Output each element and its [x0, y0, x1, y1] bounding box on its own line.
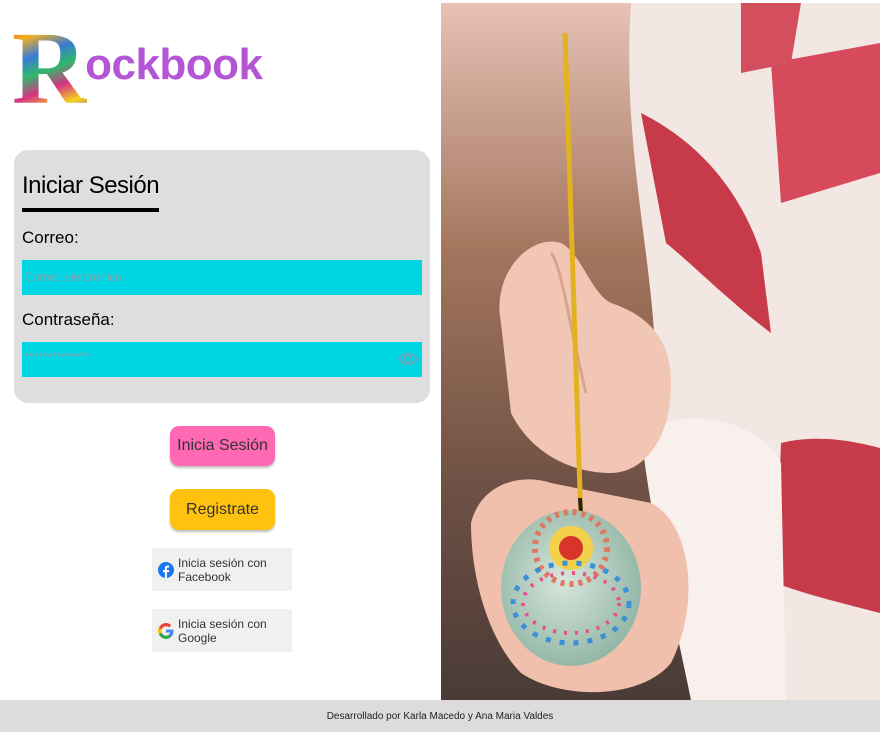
eye-icon[interactable]: [398, 349, 418, 369]
rockbook-logo: R ockbook: [12, 11, 263, 126]
google-icon: [158, 622, 174, 639]
facebook-icon: [158, 561, 174, 578]
email-placeholder: Correo electronico: [24, 270, 123, 284]
footer-credits: Desarrollado por Karla Macedo y Ana Mari…: [326, 710, 554, 722]
login-button[interactable]: Inicia Sesión: [170, 426, 275, 466]
email-label: Correo:: [22, 228, 79, 247]
login-card: Iniciar Sesión Correo: Correo electronic…: [14, 150, 430, 403]
hero-photo: [441, 3, 880, 700]
login-title: Iniciar Sesión: [22, 172, 160, 199]
logo-text: ockbook: [85, 40, 263, 89]
email-field[interactable]: Correo electronico: [22, 260, 422, 295]
facebook-login-label: Inicia sesión con Facebook: [178, 555, 267, 584]
password-placeholder: **************: [24, 350, 90, 364]
login-panel: R ockbook Iniciar Sesión Correo: Correo …: [0, 0, 441, 700]
facebook-login-button[interactable]: Inicia sesión con Facebook: [152, 548, 292, 591]
title-underline: [22, 208, 159, 212]
google-login-button[interactable]: Inicia sesión con Google: [152, 609, 292, 652]
password-field[interactable]: **************: [22, 342, 422, 377]
google-login-label: Inicia sesión con Google: [178, 616, 267, 645]
footer: Desarrollado por Karla Macedo y Ana Mari…: [0, 700, 880, 732]
register-button[interactable]: Registrate: [170, 489, 275, 530]
logo-initial: R: [12, 11, 88, 126]
password-label: Contraseña:: [22, 310, 115, 329]
painting-stone-image: [441, 3, 880, 700]
